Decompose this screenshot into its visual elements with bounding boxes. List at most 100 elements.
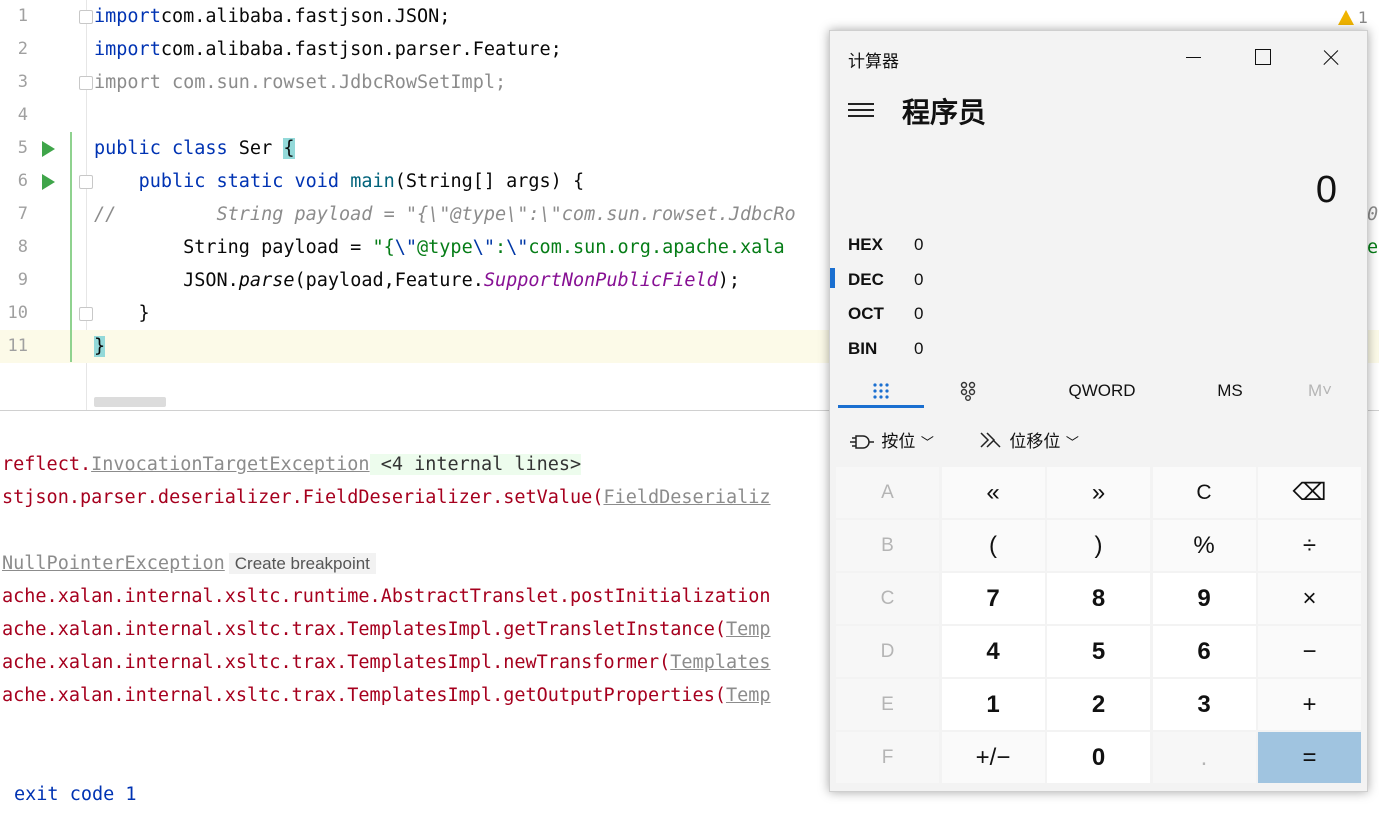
source-link[interactable]: Templates [670, 652, 770, 673]
digit-a-button[interactable]: A [836, 467, 939, 518]
window-title: 计算器 [848, 52, 899, 72]
line-number: 9 [17, 270, 28, 290]
word-size-button[interactable]: QWORD [1050, 373, 1154, 409]
maximize-icon [1255, 49, 1271, 65]
digit-f-button[interactable]: F [836, 732, 939, 783]
console-text: ache.xalan.internal.xsltc.trax.Templates… [2, 619, 726, 640]
digit-c-button[interactable]: C [836, 573, 939, 624]
line-number: 6 [17, 171, 28, 191]
code-text: public class Ser { [94, 138, 295, 159]
console-line: ache.xalan.internal.xsltc.trax.Templates… [2, 613, 771, 646]
console-text: ache.xalan.internal.xsltc.trax.Templates… [2, 685, 726, 706]
shift-left-button[interactable]: « [941, 467, 1045, 518]
digit-4-button[interactable]: 4 [941, 626, 1045, 677]
close-button[interactable] [1311, 43, 1351, 73]
exception-link[interactable]: NullPointerException [2, 553, 225, 574]
create-breakpoint-button[interactable]: Create breakpoint [228, 553, 376, 574]
memory-store-button[interactable]: MS [1200, 373, 1260, 409]
hamburger-menu-icon[interactable] [848, 103, 874, 117]
radix-bin[interactable]: BIN 0 [830, 333, 1367, 367]
fold-icon[interactable] [79, 76, 93, 90]
vcs-change-marker[interactable] [70, 132, 72, 362]
calculator-titlebar[interactable]: 计算器 [830, 31, 1367, 83]
bit-toggle-keypad-tab[interactable] [940, 373, 996, 409]
source-link[interactable]: Temp [726, 685, 771, 706]
warning-icon[interactable] [1338, 10, 1354, 25]
exception-link[interactable]: InvocationTargetException [91, 454, 369, 475]
run-icon[interactable] [42, 141, 55, 157]
equals-button[interactable]: = [1258, 732, 1361, 783]
digit-9-button[interactable]: 9 [1152, 573, 1256, 624]
digit-c-button[interactable]: C [1152, 467, 1256, 518]
active-tab-indicator [838, 405, 924, 408]
open-paren-button[interactable]: ( [941, 520, 1045, 571]
chevron-down-icon: ﹀ [920, 436, 934, 451]
radix-value: 0 [914, 235, 924, 254]
decimal-button[interactable]: . [1152, 732, 1256, 783]
console-line: ache.xalan.internal.xsltc.runtime.Abstra… [2, 586, 771, 607]
overflow-text-8: e [1367, 237, 1379, 258]
subtract-button[interactable]: − [1258, 626, 1361, 677]
keypad: A «» C ⌫ B()% ÷ C 7 8 9 × D 4 5 6− E 1 2 3 + F +/− 0. = [836, 467, 1362, 785]
line-number: 2 [17, 39, 28, 59]
source-link[interactable]: Temp [726, 619, 771, 640]
mode-title: 程序员 [902, 96, 987, 129]
radix-dec[interactable]: DEC 0 [830, 264, 1367, 298]
line-number: 10 [7, 303, 28, 323]
add-button[interactable]: + [1258, 679, 1361, 730]
radix-hex[interactable]: HEX 0 [830, 229, 1367, 263]
digit-6-button[interactable]: 6 [1152, 626, 1256, 677]
full-keypad-tab[interactable] [838, 373, 924, 409]
radix-value: 0 [914, 269, 924, 289]
digit-d-button[interactable]: D [836, 626, 939, 677]
code-text: } [94, 336, 106, 357]
multiply-button[interactable]: × [1258, 573, 1361, 624]
minimize-button[interactable] [1173, 43, 1213, 73]
code-text: // String payload = "{\"@type\":\"com.su… [94, 204, 796, 225]
function-row: 按位 ﹀ 位移位 ﹀ [830, 423, 1367, 457]
run-icon[interactable] [42, 174, 55, 190]
radix-label: OCT [848, 304, 884, 323]
calculator-window: 计算器 程序员 0 HEX 0 DEC 0 OCT 0 BIN 0 QWORD MS M˅ 按… [829, 30, 1368, 792]
code-line[interactable]: 1 importcom.alibaba.fastjson.JSON; [0, 0, 1379, 33]
memory-list-button[interactable]: M˅ [1290, 373, 1350, 409]
console-line: reflect.InvocationTargetException <4 int… [2, 448, 582, 481]
fold-icon[interactable] [79, 307, 93, 321]
shift-right-button[interactable]: » [1047, 467, 1150, 518]
calculator-tabs: QWORD MS M˅ [830, 373, 1367, 413]
digit-b-button[interactable]: B [836, 520, 939, 571]
horizontal-scrollbar[interactable] [94, 397, 166, 407]
digit-5-button[interactable]: 5 [1047, 626, 1150, 677]
internal-lines-toggle[interactable]: <4 internal lines> [369, 454, 582, 475]
divide-button[interactable]: ÷ [1258, 520, 1361, 571]
code-text: JSON.parse(payload,Feature.SupportNonPub… [94, 270, 741, 291]
digit-0-button[interactable]: 0 [1047, 732, 1150, 783]
source-link[interactable]: FieldDeserializ [603, 487, 770, 508]
fold-icon[interactable] [79, 10, 93, 24]
close-paren-button[interactable]: ) [1047, 520, 1150, 571]
modulo-button[interactable]: % [1152, 520, 1256, 571]
radix-value: 0 [914, 338, 924, 358]
code-text: importcom.alibaba.fastjson.JSON; [94, 6, 451, 27]
line-number: 1 [17, 6, 28, 26]
maximize-button[interactable] [1242, 43, 1282, 73]
digit-e-button[interactable]: E [836, 679, 939, 730]
digit-7-button[interactable]: 7 [941, 573, 1045, 624]
digit-1-button[interactable]: 1 [941, 679, 1045, 730]
chevron-down-icon: ﹀ [1065, 436, 1079, 451]
fold-icon[interactable] [79, 175, 93, 189]
minimize-icon [1186, 57, 1201, 58]
bitshift-dropdown[interactable]: 位移位 ﹀ [978, 427, 1079, 454]
console-text: reflect. [2, 454, 92, 475]
code-text: String payload = "{\"@type\":\"com.sun.o… [94, 237, 785, 258]
radix-oct[interactable]: OCT 0 [830, 298, 1367, 332]
logic-gate-icon [850, 435, 874, 449]
negate-button[interactable]: +/− [941, 732, 1045, 783]
code-text: } [94, 303, 150, 324]
digit-8-button[interactable]: 8 [1047, 573, 1150, 624]
digit-3-button[interactable]: 3 [1152, 679, 1256, 730]
radix-label: BIN [848, 338, 878, 358]
backspace-button[interactable]: ⌫ [1258, 467, 1361, 518]
digit-2-button[interactable]: 2 [1047, 679, 1150, 730]
bitwise-dropdown[interactable]: 按位 ﹀ [848, 427, 934, 452]
